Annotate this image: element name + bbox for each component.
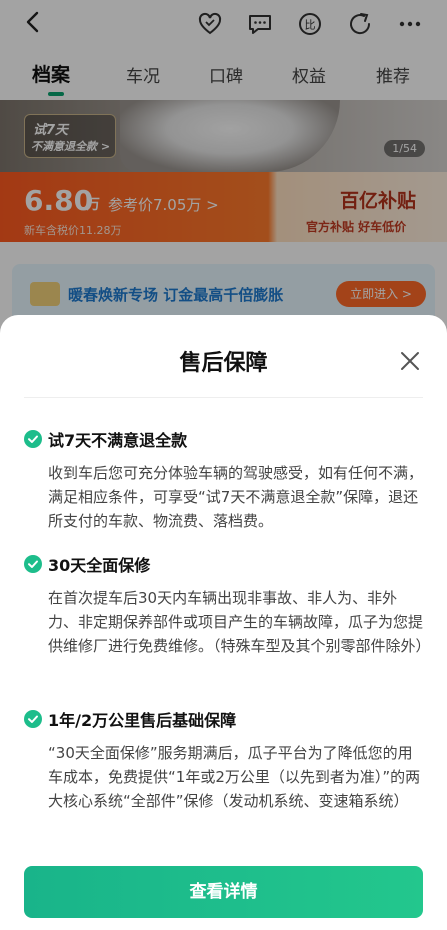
view-details-button[interactable]: 查看详情 xyxy=(24,866,423,918)
check-circle-icon xyxy=(24,430,42,448)
section-body: “30天全面保修”服务期满后，瓜子平台为了降低您的用车成本，免费提供“1年或2万… xyxy=(48,744,421,810)
section-title: 1年/2万公里售后基础保障 xyxy=(48,711,237,730)
check-circle-icon xyxy=(24,555,42,573)
check-circle-icon xyxy=(24,710,42,728)
close-icon[interactable] xyxy=(398,349,422,373)
sheet-title: 售后保障 xyxy=(179,351,268,376)
section-title: 30天全面保修 xyxy=(48,556,151,575)
section-body: 在首次提车后30天内车辆出现非事故、非人为、非外力、非定期保养部件或项目产生的车… xyxy=(48,589,431,655)
section-body: 收到车后您可充分体验车辆的驾驶感受，如有任何不满，满足相应条件，可享受“试7天不… xyxy=(48,464,424,530)
divider xyxy=(24,397,423,398)
section-title: 试7天不满意退全款 xyxy=(48,431,188,450)
after-sales-sheet: 售后保障 试7天不满意退全款 收到车后您可充分体验车辆的驾驶感受，如有任何不满，… xyxy=(0,315,447,930)
